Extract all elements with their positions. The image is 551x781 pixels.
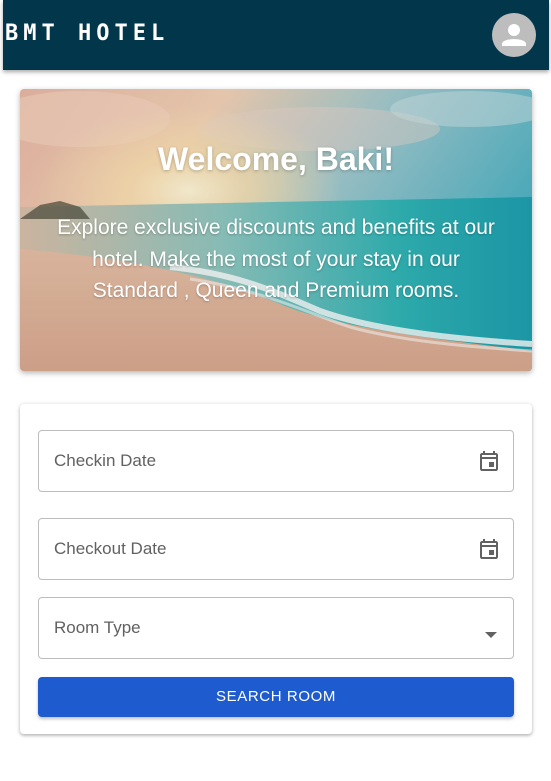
welcome-banner: Welcome, Baki! Explore exclusive discoun…: [20, 89, 532, 371]
welcome-title: Welcome, Baki!: [158, 141, 394, 177]
app-bar: BMT HOTEL: [3, 0, 549, 70]
checkout-date-label: Checkout Date: [54, 539, 167, 558]
calendar-icon[interactable]: [477, 449, 501, 478]
checkin-date-field[interactable]: Checkin Date: [38, 430, 514, 492]
calendar-icon[interactable]: [477, 537, 501, 566]
room-type-select[interactable]: Room Type: [38, 597, 514, 659]
welcome-description: Explore exclusive discounts and benefits…: [57, 216, 495, 302]
dropdown-arrow-icon: [485, 625, 497, 643]
checkout-date-field[interactable]: Checkout Date: [38, 518, 514, 580]
brand-title[interactable]: BMT HOTEL: [5, 21, 169, 46]
room-type-label: Room Type: [54, 618, 141, 637]
checkin-date-label: Checkin Date: [54, 451, 157, 470]
search-room-button[interactable]: SEARCH ROOM: [38, 677, 514, 717]
person-icon: [502, 24, 526, 46]
room-search-card: Checkin Date Checkout Date Room Type SEA…: [20, 404, 532, 734]
user-avatar-button[interactable]: [492, 13, 536, 57]
